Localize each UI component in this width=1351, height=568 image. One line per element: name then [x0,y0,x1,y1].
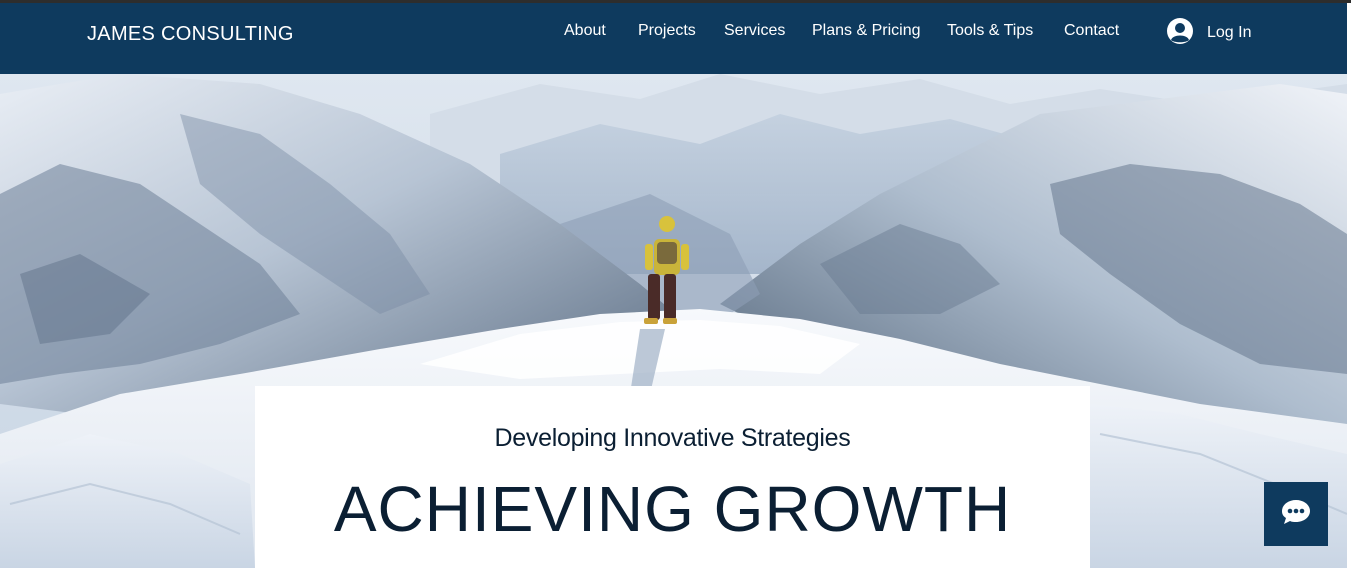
page-edge [1347,3,1351,568]
login-button[interactable]: Log In [1166,17,1252,50]
login-label: Log In [1207,24,1252,41]
page: JAMES CONSULTING About Projects Services… [0,0,1351,568]
nav-tools-tips[interactable]: Tools & Tips [947,22,1033,40]
site-logo-text[interactable]: JAMES CONSULTING [87,23,294,46]
nav-projects[interactable]: Projects [638,22,696,40]
chat-button[interactable] [1264,482,1328,546]
nav-contact[interactable]: Contact [1064,22,1119,40]
nav-about[interactable]: About [564,22,606,40]
hero-text-card: Developing Innovative Strategies ACHIEVI… [255,386,1090,568]
site-header: JAMES CONSULTING About Projects Services… [0,3,1347,74]
hero-subtitle: Developing Innovative Strategies [494,424,851,452]
nav-services[interactable]: Services [724,22,785,40]
nav-plans-pricing[interactable]: Plans & Pricing [812,22,921,40]
user-avatar-icon [1166,17,1194,50]
hero-title: ACHIEVING GROWTH [333,473,1012,545]
chat-bubble-icon [1281,499,1311,530]
